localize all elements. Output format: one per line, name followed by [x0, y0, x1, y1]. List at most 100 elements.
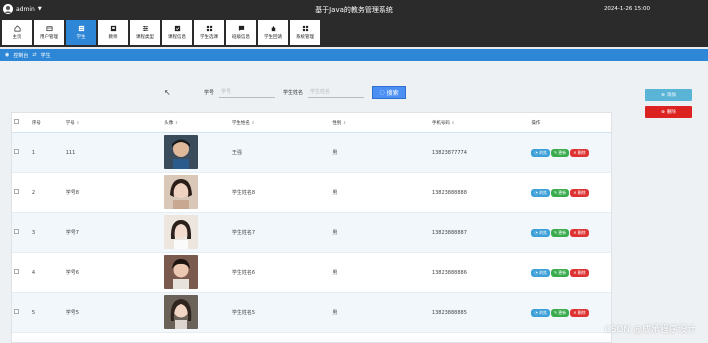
- row-sex: 男: [332, 270, 338, 276]
- row-sex: 男: [332, 150, 338, 156]
- row-checkbox[interactable]: [14, 149, 19, 154]
- delete-button[interactable]: ✕ 删除: [570, 148, 589, 157]
- edit-button[interactable]: ✎ 更新: [550, 228, 570, 237]
- table-row: 4 学号6 学生姓名6 男 13823888886 ◔ 浏览 ✎ 更新 ✕ 删除: [12, 253, 611, 293]
- main-nav: 主页 用户管理 学生 教师 课程类型 课程信息 学生选课 班级信息 学生回请 系…: [0, 20, 708, 47]
- edit-icon: ✎: [553, 230, 558, 235]
- select-all-checkbox[interactable]: [14, 119, 19, 124]
- nav-user-management[interactable]: 用户管理: [34, 20, 64, 45]
- edit-icon: ✎: [553, 190, 558, 195]
- edit-button[interactable]: ✎ 更新: [550, 188, 570, 197]
- batch-delete-button[interactable]: ⊗ 删除: [645, 106, 692, 118]
- nav-class-info-label: 班级信息: [232, 35, 250, 40]
- user-card-icon: [46, 26, 52, 32]
- header-xuehao-label: 学号: [65, 120, 75, 126]
- header-xuehao[interactable]: 学号 ⇕: [66, 120, 165, 126]
- row-checkbox[interactable]: [14, 229, 19, 234]
- breadcrumb-separator-icon: ⇄: [32, 52, 37, 58]
- view-button[interactable]: ◔ 浏览: [531, 268, 550, 277]
- nav-course-types-label: 课程类型: [136, 35, 154, 40]
- delete-button[interactable]: ✕ 删除: [570, 188, 589, 197]
- delete-button[interactable]: ✕ 删除: [570, 228, 589, 237]
- row-name: 学生姓名5: [231, 310, 256, 316]
- header-phone[interactable]: 手机号码 ⇕: [432, 120, 532, 126]
- nav-home[interactable]: 主页: [2, 20, 32, 45]
- nav-students-label: 学生: [76, 35, 86, 40]
- edit-label: 更新: [558, 309, 567, 315]
- student-icon: [78, 25, 84, 32]
- sort-icon: ⇕: [342, 119, 347, 125]
- row-name: 王强: [231, 150, 242, 156]
- row-name: 学生姓名7: [231, 230, 256, 236]
- delete-icon: ✕: [573, 190, 577, 195]
- view-button[interactable]: ◔ 浏览: [531, 308, 550, 317]
- sort-icon: ⇕: [251, 119, 255, 125]
- breadcrumb-home[interactable]: 控制台: [13, 52, 28, 59]
- table-row: 1 111 王强 男 13823877774 ◔ 浏览 ✎ 更新 ✕ 删除: [12, 133, 611, 173]
- delete-button[interactable]: ✕ 删除: [570, 308, 589, 317]
- student-table: 序号 学号 ⇕ 头像 ⇕ 学生姓名 ⇕ 性别 ⇕ 手机号码 ⇕ 操作 1 111…: [11, 112, 612, 343]
- row-index: 5: [31, 309, 36, 316]
- student-photo: [164, 134, 199, 169]
- row-name: 学生姓名6: [231, 270, 256, 276]
- view-icon: ◔: [534, 310, 538, 315]
- header-ops: 操作: [531, 120, 541, 126]
- nav-student-return[interactable]: 学生回请: [258, 20, 288, 45]
- student-photo: [164, 254, 199, 289]
- delete-button[interactable]: ✕ 删除: [570, 268, 589, 277]
- search-label-name: 学生姓名: [283, 90, 304, 96]
- nav-teachers-label: 教师: [108, 35, 118, 40]
- header-phone-label: 手机号码: [431, 120, 450, 126]
- search-button[interactable]: ◌ 搜索: [372, 86, 407, 99]
- hand-icon: [271, 26, 275, 32]
- search-label-xuehao: 学号: [204, 90, 215, 96]
- breadcrumb-current: 学生: [40, 52, 51, 59]
- search-input-name[interactable]: [308, 87, 365, 98]
- header-name[interactable]: 学生姓名 ⇕: [232, 120, 333, 126]
- view-button[interactable]: ◔ 浏览: [531, 188, 550, 197]
- header-sex[interactable]: 性别 ⇕: [332, 120, 432, 126]
- row-index: 2: [31, 189, 36, 196]
- view-icon: ◔: [534, 230, 538, 235]
- row-checkbox[interactable]: [14, 309, 19, 314]
- nav-student-return-label: 学生回请: [264, 35, 282, 40]
- search-button-label: 搜索: [386, 90, 399, 97]
- header-avatar[interactable]: 头像 ⇕: [164, 120, 232, 126]
- edit-button[interactable]: ✎ 更新: [550, 308, 570, 317]
- nav-user-management-label: 用户管理: [40, 35, 58, 40]
- student-photo: [164, 214, 199, 249]
- row-checkbox[interactable]: [14, 189, 19, 194]
- nav-student-course-selection[interactable]: 学生选课: [194, 20, 224, 45]
- add-button-label: 添加: [666, 93, 676, 98]
- sort-icon: ⇕: [451, 119, 455, 125]
- row-checkbox[interactable]: [14, 269, 19, 274]
- edit-label: 更新: [558, 189, 567, 195]
- search-input-xuehao[interactable]: [219, 87, 276, 98]
- row-sex: 男: [332, 230, 338, 236]
- view-icon: ◔: [534, 190, 538, 195]
- edit-button[interactable]: ✎ 更新: [550, 268, 570, 277]
- row-phone: 13823888886: [431, 269, 467, 276]
- row-xuehao: 学号7: [65, 230, 79, 236]
- view-label: 浏览: [538, 189, 547, 195]
- nav-student-course-selection-label: 学生选课: [200, 35, 218, 40]
- nav-course-info[interactable]: 课程信息: [162, 20, 192, 45]
- delete-label: 删除: [577, 149, 586, 155]
- view-button[interactable]: ◔ 浏览: [531, 148, 550, 157]
- delete-label: 删除: [577, 309, 586, 315]
- nav-course-types[interactable]: 课程类型: [130, 20, 160, 45]
- nav-students[interactable]: 学生: [66, 20, 96, 45]
- row-phone: 13823877774: [431, 149, 467, 156]
- nav-home-label: 主页: [12, 35, 22, 40]
- nav-system-management[interactable]: 系统管理: [290, 20, 320, 45]
- nav-system-management-label: 系统管理: [296, 35, 314, 40]
- nav-class-info[interactable]: 班级信息: [226, 20, 256, 45]
- view-button[interactable]: ◔ 浏览: [531, 228, 550, 237]
- table-row: 3 学号7 学生姓名7 男 13823888887 ◔ 浏览 ✎ 更新 ✕ 删除: [12, 213, 611, 253]
- nav-teachers[interactable]: 教师: [98, 20, 128, 45]
- row-sex: 男: [332, 310, 338, 316]
- edit-button[interactable]: ✎ 更新: [550, 148, 570, 157]
- table-row: 2 学号8 学生姓名8 男 13823888888 ◔ 浏览 ✎ 更新 ✕ 删除: [12, 173, 611, 213]
- row-xuehao: 111: [65, 149, 76, 156]
- add-button[interactable]: ⊕ 添加: [645, 89, 692, 101]
